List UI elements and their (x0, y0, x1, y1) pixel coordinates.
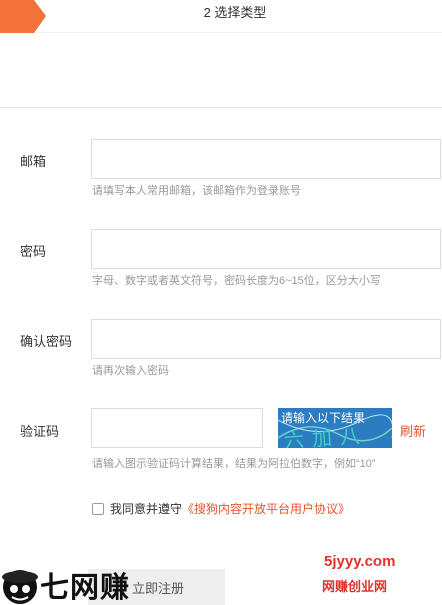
agree-checkbox[interactable] (92, 503, 104, 515)
confirm-password-field[interactable] (91, 319, 441, 359)
email-label: 邮箱 (20, 154, 47, 169)
captcha-hint: 请输入图示验证码计算结果，结果为阿拉伯数字，例如“10” (92, 458, 376, 470)
refresh-captcha-link[interactable]: 刷新 (400, 421, 426, 440)
watermark-text-left: 七网赚 (40, 570, 131, 604)
step-title: 2 选择类型 (203, 5, 267, 20)
password-field[interactable] (91, 229, 441, 269)
captcha-caption: 请输入以下结果 (281, 410, 365, 425)
captcha-image[interactable]: 请输入以下结果 六加八 (278, 408, 392, 448)
watermark-text-domain: 5jyyy.com (324, 553, 396, 570)
section-divider (0, 107, 442, 108)
captcha-graphic: 请输入以下结果 六加八 (278, 408, 392, 448)
password-hint: 字母、数字或者英文符号，密码长度为6~15位，区分大小写 (92, 275, 381, 287)
agreement-row: 我同意并遵守《搜狗内容开放平台用户协议》 (92, 500, 350, 517)
watermark-text-site: 网赚创业网 (322, 580, 388, 595)
watermark-logo-icon (2, 570, 38, 604)
confirm-password-label: 确认密码 (20, 334, 73, 349)
email-field[interactable] (91, 139, 441, 179)
user-agreement-link[interactable]: 《搜狗内容开放平台用户协议》 (182, 502, 350, 516)
confirm-password-hint: 请再次输入密码 (92, 365, 169, 377)
step-bar: 2 选择类型 (0, 0, 442, 33)
captcha-field[interactable] (91, 408, 263, 448)
agree-text: 我同意并遵守 (110, 502, 183, 516)
password-label: 密码 (20, 244, 47, 259)
captcha-label: 验证码 (20, 424, 60, 439)
email-hint: 请填写本人常用邮箱，该邮箱作为登录账号 (92, 185, 301, 197)
